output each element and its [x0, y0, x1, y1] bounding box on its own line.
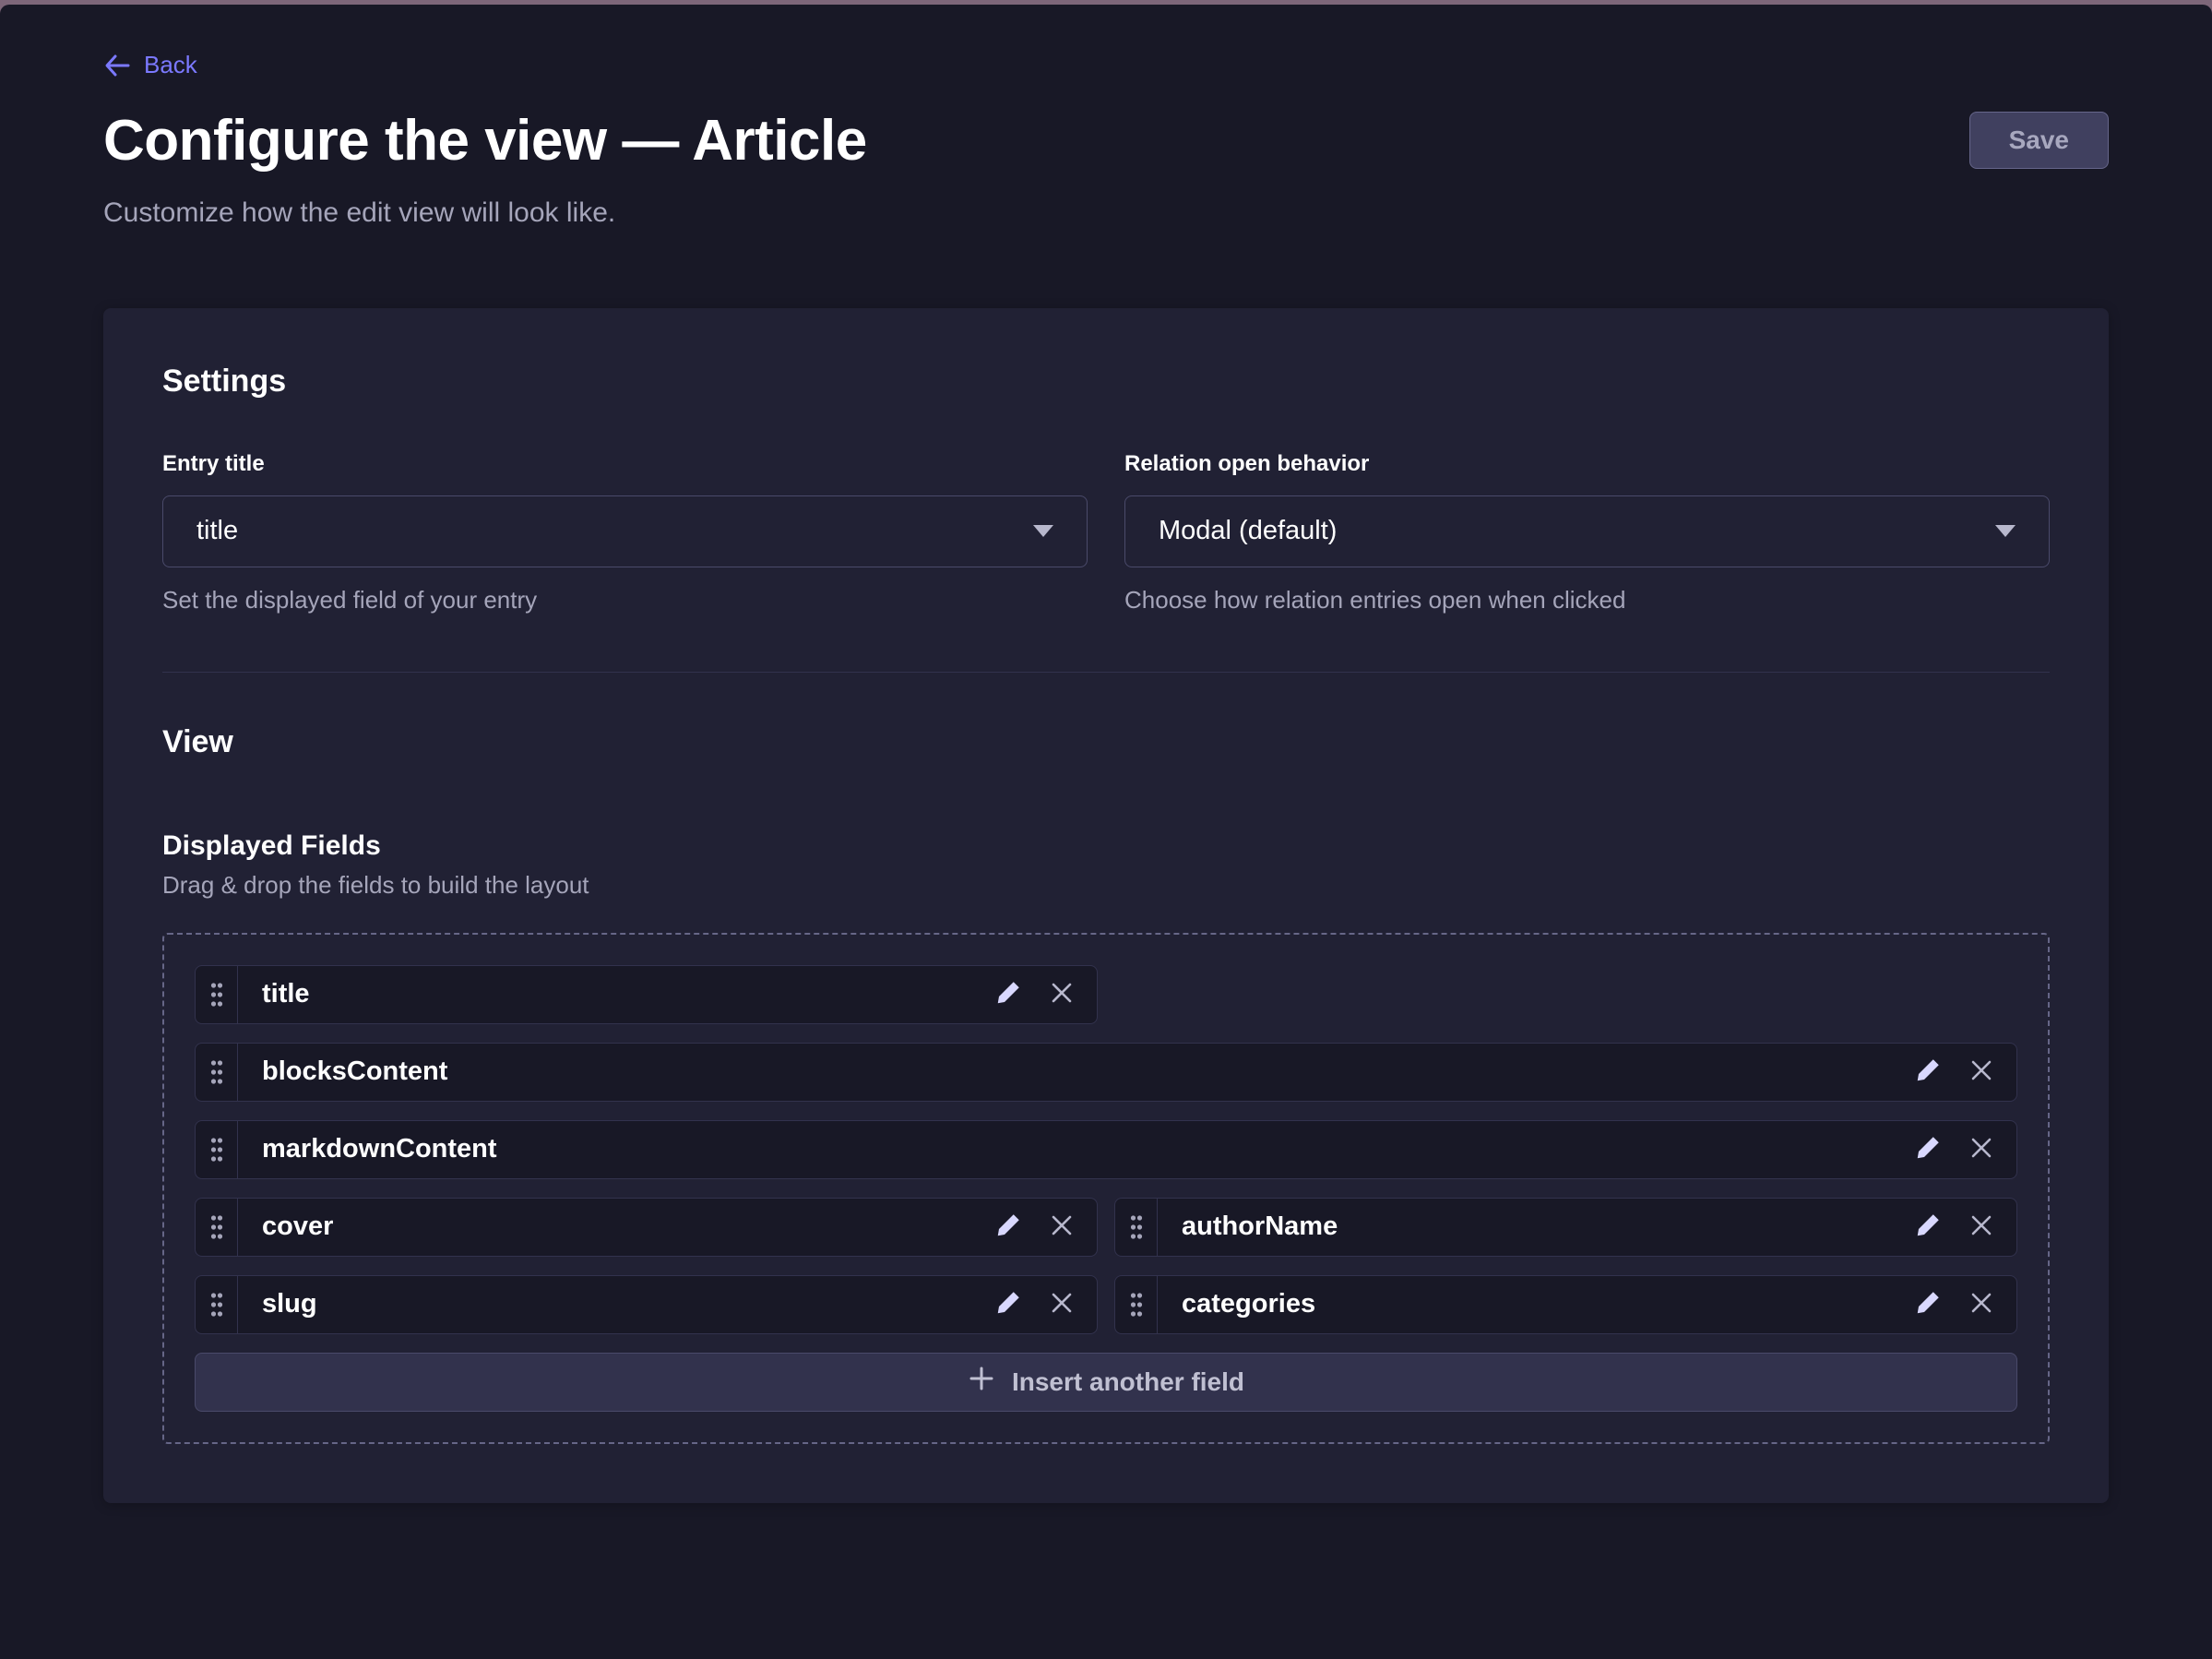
- cross-icon: [1048, 1289, 1076, 1319]
- field-row[interactable]: authorName: [1114, 1198, 2017, 1257]
- cross-icon: [1968, 1211, 1995, 1242]
- settings-heading: Settings: [162, 364, 2050, 400]
- field-actions: [1908, 1284, 2016, 1325]
- app-canvas: Back Configure the view — Article Save C…: [0, 5, 2212, 1659]
- entry-title-label: Entry title: [162, 451, 1088, 477]
- displayed-fields-hint: Drag & drop the fields to build the layo…: [162, 871, 2050, 900]
- field-label: cover: [262, 1211, 988, 1242]
- field-label: title: [262, 979, 988, 1009]
- pencil-icon: [994, 979, 1022, 1009]
- drag-handle-icon[interactable]: [196, 1199, 238, 1256]
- pencil-icon: [1914, 1056, 1942, 1087]
- relation-behavior-field: Relation open behavior Modal (default) C…: [1124, 451, 2050, 615]
- remove-field-button[interactable]: [1961, 1052, 2002, 1092]
- field-actions: [1908, 1052, 2016, 1092]
- relation-behavior-hint: Choose how relation entries open when cl…: [1124, 586, 2050, 615]
- relation-behavior-select[interactable]: Modal (default): [1124, 495, 2050, 567]
- pencil-icon: [994, 1289, 1022, 1319]
- field-actions: [988, 1207, 1097, 1247]
- field-label: blocksContent: [262, 1056, 1908, 1087]
- plus-icon: [968, 1365, 995, 1399]
- pencil-icon: [1914, 1289, 1942, 1319]
- field-actions: [1908, 1207, 2016, 1247]
- cross-icon: [1968, 1289, 1995, 1319]
- remove-field-button[interactable]: [1961, 1284, 2002, 1325]
- drag-handle-icon[interactable]: [196, 1044, 238, 1101]
- pencil-icon: [1914, 1211, 1942, 1242]
- insert-field-label: Insert another field: [1012, 1367, 1244, 1397]
- chevron-down-icon: [1995, 525, 2016, 537]
- drag-handle-icon[interactable]: [196, 1276, 238, 1333]
- edit-field-button[interactable]: [988, 1284, 1029, 1325]
- edit-field-button[interactable]: [988, 974, 1029, 1015]
- remove-field-button[interactable]: [1961, 1207, 2002, 1247]
- relation-behavior-value: Modal (default): [1159, 516, 1337, 546]
- save-button[interactable]: Save: [1969, 112, 2109, 169]
- insert-field-button[interactable]: Insert another field: [195, 1353, 2017, 1412]
- entry-title-field: Entry title title Set the displayed fiel…: [162, 451, 1088, 615]
- back-label: Back: [144, 51, 197, 79]
- field-row[interactable]: slug: [195, 1275, 1098, 1334]
- back-link[interactable]: Back: [103, 51, 197, 79]
- page-subtitle: Customize how the edit view will look li…: [103, 197, 2109, 229]
- edit-field-button[interactable]: [988, 1207, 1029, 1247]
- field-label: markdownContent: [262, 1134, 1908, 1164]
- drag-handle-icon[interactable]: [196, 966, 238, 1023]
- entry-title-select[interactable]: title: [162, 495, 1088, 567]
- section-divider: [162, 672, 2050, 673]
- configure-view-card: Settings Entry title title Set the displ…: [103, 308, 2109, 1503]
- field-actions: [988, 1284, 1097, 1325]
- page-title: Configure the view — Article: [103, 108, 867, 173]
- remove-field-button[interactable]: [1041, 1284, 1082, 1325]
- fields-grid: title: [195, 965, 2017, 1334]
- field-actions: [988, 974, 1097, 1015]
- field-row[interactable]: blocksContent: [195, 1043, 2017, 1102]
- field-row[interactable]: title: [195, 965, 1098, 1024]
- edit-field-button[interactable]: [1908, 1129, 1948, 1170]
- cross-icon: [1048, 1211, 1076, 1242]
- drag-handle-icon[interactable]: [1115, 1199, 1158, 1256]
- entry-title-value: title: [196, 516, 238, 546]
- remove-field-button[interactable]: [1041, 1207, 1082, 1247]
- pencil-icon: [994, 1211, 1022, 1242]
- cross-icon: [1968, 1056, 1995, 1087]
- field-row[interactable]: categories: [1114, 1275, 2017, 1334]
- cross-icon: [1968, 1134, 1995, 1164]
- fields-drop-zone: title: [162, 933, 2050, 1444]
- remove-field-button[interactable]: [1961, 1129, 2002, 1170]
- field-label: categories: [1182, 1289, 1908, 1319]
- chevron-down-icon: [1033, 525, 1053, 537]
- edit-field-button[interactable]: [1908, 1052, 1948, 1092]
- edit-field-button[interactable]: [1908, 1284, 1948, 1325]
- view-heading: View: [162, 724, 2050, 760]
- field-actions: [1908, 1129, 2016, 1170]
- drag-handle-icon[interactable]: [1115, 1276, 1158, 1333]
- pencil-icon: [1914, 1134, 1942, 1164]
- drag-handle-icon[interactable]: [196, 1121, 238, 1178]
- arrow-left-icon: [103, 54, 131, 78]
- edit-field-button[interactable]: [1908, 1207, 1948, 1247]
- field-row[interactable]: cover: [195, 1198, 1098, 1257]
- displayed-fields-title: Displayed Fields: [162, 830, 2050, 862]
- field-row[interactable]: markdownContent: [195, 1120, 2017, 1179]
- field-label: authorName: [1182, 1211, 1908, 1242]
- entry-title-hint: Set the displayed field of your entry: [162, 586, 1088, 615]
- relation-behavior-label: Relation open behavior: [1124, 451, 2050, 477]
- field-label: slug: [262, 1289, 988, 1319]
- cross-icon: [1048, 979, 1076, 1009]
- remove-field-button[interactable]: [1041, 974, 1082, 1015]
